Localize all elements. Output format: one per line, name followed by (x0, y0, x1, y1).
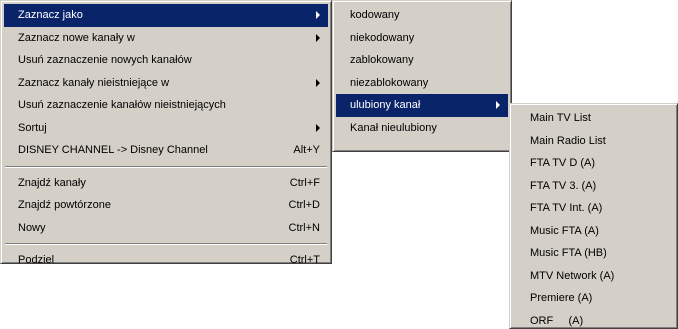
menu-item-favorite-list[interactable]: Main Radio List (513, 130, 674, 153)
menu-item-shortcut: Ctrl+D (288, 199, 320, 211)
menu-item-shortcut: Ctrl+N (288, 221, 320, 234)
menu-item-label: FTA TV Int. (A) (530, 202, 603, 214)
menu-item-unmark-new-channels[interactable]: Usuń zaznaczenie nowych kanałów (4, 49, 328, 72)
menu-item-label: zablokowany (350, 54, 414, 66)
menu-item-unmark-nonexistent-channels[interactable]: Usuń zaznaczenie kanałów nieistniejących (4, 94, 328, 117)
menu-item-label: Usuń zaznaczenie kanałów nieistniejących (18, 99, 226, 111)
menu-item-unfavorite-channel[interactable]: Kanał nieulubiony (336, 117, 508, 140)
menu-item-label: Main TV List (530, 112, 591, 124)
menu-item-find-channels[interactable]: Znajdź kanały Ctrl+F (4, 172, 328, 195)
menu-item-shortcut: Ctrl+T (289, 254, 320, 266)
submenu-arrow-icon (316, 78, 320, 87)
menu-item-favorite-list[interactable]: FTA TV 3. (A) (513, 175, 674, 198)
menu-item-favorite-list[interactable]: ORF (A) (513, 310, 674, 329)
menu-item-label: niekodowany (350, 31, 415, 44)
submenu-mark-as: kodowany niekodowany zablokowany niezabl… (332, 0, 512, 152)
menu-item-mark-new-channels[interactable]: Zaznacz nowe kanały w (4, 27, 328, 50)
menu-item-favorite-list[interactable]: Music FTA (A) (513, 220, 674, 243)
menu-item-favorite-list[interactable]: MTV Network (A) (513, 265, 674, 288)
menu-item-unencoded[interactable]: niekodowany (336, 27, 508, 50)
menu-item-label: Premiere (A) (530, 292, 593, 304)
menu-item-find-duplicates[interactable]: Znajdź powtórzone Ctrl+D (4, 194, 328, 217)
menu-item-split[interactable]: Podziel Ctrl+T (4, 249, 328, 272)
menu-item-mark-as[interactable]: Zaznacz jako (4, 4, 328, 27)
menu-item-label: ORF (A) (530, 314, 584, 327)
menu-item-label: Sortuj (18, 121, 47, 134)
menu-separator (5, 243, 327, 245)
menu-item-label: Music FTA (HB) (530, 247, 607, 259)
menu-item-label: kodowany (350, 9, 400, 21)
menu-item-favorite-list[interactable]: Music FTA (HB) (513, 242, 674, 265)
menu-item-mark-nonexistent-channels[interactable]: Zaznacz kanały nieistniejące w (4, 72, 328, 95)
menu-item-label: FTA TV 3. (A) (530, 179, 597, 192)
submenu-arrow-icon (496, 101, 500, 109)
menu-item-label: MTV Network (A) (530, 269, 615, 282)
menu-item-label: Nowy (18, 221, 46, 234)
menu-item-favorite-list[interactable]: FTA TV Int. (A) (513, 197, 674, 220)
menu-item-label: Zaznacz nowe kanały w (18, 31, 135, 44)
menu-item-label: ulubiony kanał (350, 99, 421, 111)
menu-item-label: Usuń zaznaczenie nowych kanałów (18, 54, 192, 66)
menu-item-sort[interactable]: Sortuj (4, 117, 328, 140)
menu-item-label: Podziel (18, 254, 55, 266)
menu-item-label: Kanał nieulubiony (350, 121, 437, 134)
menu-item-label: Zaznacz jako (18, 9, 83, 21)
menu-item-label: niezablokowany (350, 76, 429, 89)
submenu-arrow-icon (316, 11, 320, 19)
menu-item-new[interactable]: Nowy Ctrl+N (4, 217, 328, 240)
menu-item-label: Zaznacz kanały nieistniejące w (18, 76, 170, 89)
submenu-arrow-icon (316, 33, 320, 42)
menu-item-label: Znajdź powtórzone (18, 199, 111, 211)
menu-item-shortcut: Alt+Y (293, 144, 320, 156)
menu-item-label: DISNEY CHANNEL -> Disney Channel (18, 144, 208, 156)
menu-item-rename-disney[interactable]: DISNEY CHANNEL -> Disney Channel Alt+Y (4, 139, 328, 162)
menu-item-label: FTA TV D (A) (530, 157, 595, 169)
menu-item-encoded[interactable]: kodowany (336, 4, 508, 27)
menu-separator (5, 165, 327, 168)
context-menu-main: Zaznacz jako Zaznacz nowe kanały w Usuń … (0, 0, 332, 266)
menu-item-label: Znajdź kanały (18, 176, 86, 189)
submenu-arrow-icon (316, 123, 320, 132)
menu-item-favorite-channel[interactable]: ulubiony kanał (336, 94, 508, 117)
menu-item-shortcut: Ctrl+F (289, 176, 320, 189)
menu-item-locked[interactable]: zablokowany (336, 49, 508, 72)
menu-item-label: Music FTA (A) (530, 224, 599, 237)
menu-item-favorite-list[interactable]: Main TV List (513, 107, 674, 130)
menu-item-label: Main Radio List (530, 134, 606, 147)
menu-item-favorite-list[interactable]: Premiere (A) (513, 287, 674, 310)
submenu-favorite-lists: Main TV List Main Radio List FTA TV D (A… (509, 103, 678, 329)
menu-item-unlocked[interactable]: niezablokowany (336, 72, 508, 95)
menu-item-favorite-list[interactable]: FTA TV D (A) (513, 152, 674, 175)
